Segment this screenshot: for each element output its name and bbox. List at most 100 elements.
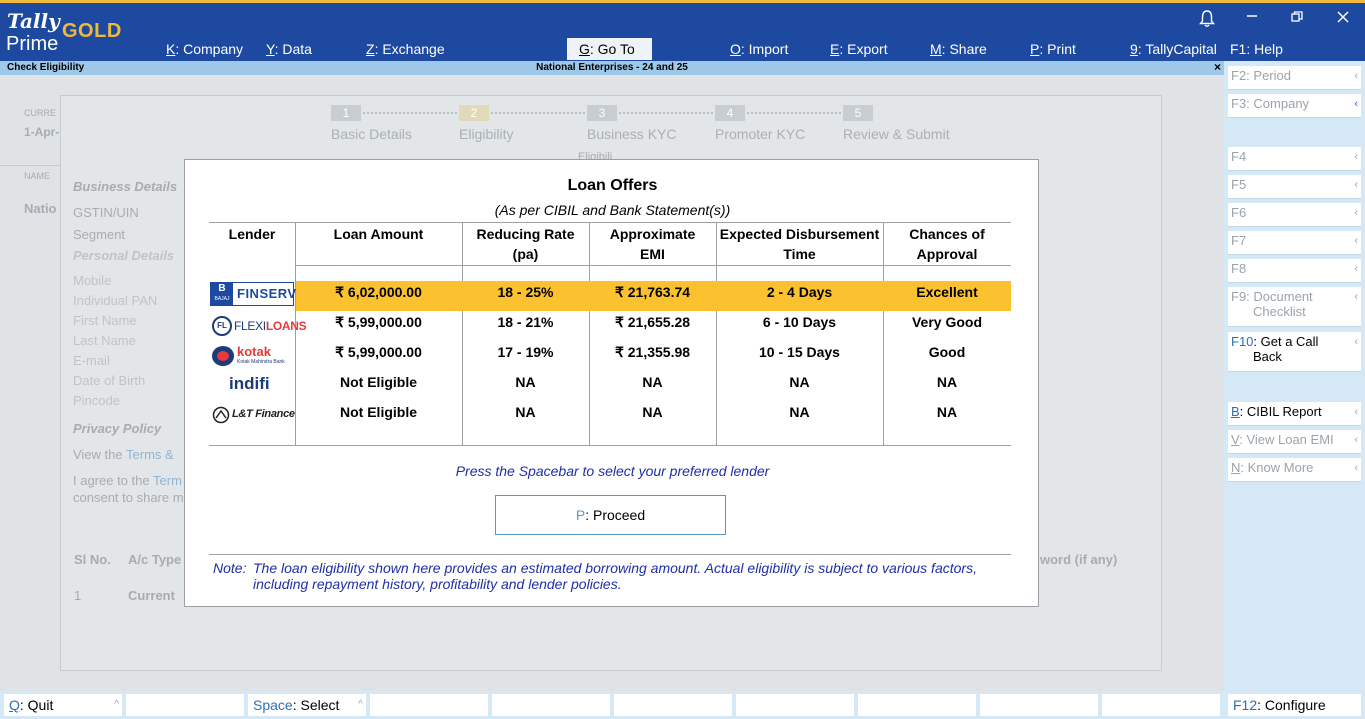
close-screen-icon[interactable]: ×	[1214, 60, 1221, 74]
chevron-left-icon: ‹	[1354, 207, 1358, 219]
bg-privacy: Privacy Policy	[73, 421, 162, 436]
flexiloans-logo: FL FLEXILOANS	[210, 315, 307, 339]
row-time: 6 - 10 Days	[762, 314, 837, 330]
header-lender: Lender	[228, 226, 276, 242]
minimize-icon[interactable]	[1246, 7, 1258, 25]
chevron-left-icon: ‹	[1354, 462, 1358, 474]
bg-personal-details: Personal Details	[73, 248, 175, 263]
note-text: The loan eligibility shown here provides…	[253, 560, 977, 592]
step-1: 1	[331, 105, 361, 121]
step-5: 5	[843, 105, 873, 121]
row-time: NA	[789, 404, 810, 420]
view-loan-emi-button[interactable]: V: View Loan EMI ‹	[1228, 430, 1361, 454]
f4-button[interactable]: F4 ‹	[1228, 147, 1361, 171]
menu-exchange[interactable]: Z: Exchange	[366, 38, 445, 60]
row-emi: ₹ 21,763.74	[614, 284, 691, 300]
row-rate: NA	[515, 374, 536, 390]
header-time: Expected Disbursement Time	[719, 226, 880, 262]
chevron-up-icon: ^	[114, 699, 119, 710]
chevron-left-icon: ‹	[1354, 263, 1358, 275]
row-time: 2 - 4 Days	[766, 284, 833, 300]
empty-button-4[interactable]	[370, 694, 488, 716]
bg-email: E-mail	[73, 353, 110, 368]
menu-share[interactable]: M: Share	[930, 38, 987, 60]
note-label: Note:	[213, 560, 247, 576]
bell-icon[interactable]	[1199, 10, 1215, 32]
logo-gold: GOLD	[62, 20, 122, 42]
top-bar: Tally Prime GOLD K: Company Y: Data Z: E…	[0, 0, 1365, 61]
lt-finance-logo: L&T Finance	[210, 404, 295, 428]
f8-button[interactable]: F8 ‹	[1228, 259, 1361, 283]
row-emi: ₹ 21,355.98	[614, 344, 691, 360]
chevron-left-icon: ‹	[1354, 291, 1358, 303]
step-3-label: Business KYC	[587, 126, 677, 142]
bg-gstin: GSTIN/UIN	[73, 205, 139, 220]
menu-import[interactable]: O: Import	[730, 38, 788, 60]
empty-button-8[interactable]	[858, 694, 976, 716]
row-chance: Excellent	[916, 284, 978, 300]
company-button[interactable]: F3: Company ‹	[1228, 94, 1361, 118]
quit-button[interactable]: Q: Quit ^	[4, 694, 122, 716]
know-more-button[interactable]: N: Know More ‹	[1228, 458, 1361, 482]
bg-view-terms: View the Terms &	[73, 447, 174, 462]
menu-export[interactable]: E: Export	[830, 38, 888, 60]
dialog-title: Loan Offers	[567, 177, 658, 194]
header-chance: Chances of Approval	[909, 226, 985, 262]
cibil-report-button[interactable]: B: CIBIL Report ‹	[1228, 402, 1361, 426]
period-button[interactable]: F2: Period ‹	[1228, 66, 1361, 90]
empty-button-7[interactable]	[736, 694, 854, 716]
step-1-label: Basic Details	[331, 126, 412, 142]
select-button[interactable]: Space: Select ^	[248, 694, 366, 716]
bg-last-name: Last Name	[73, 333, 136, 348]
close-window-icon[interactable]	[1337, 10, 1349, 27]
row-amount: Not Eligible	[340, 404, 417, 420]
f5-button[interactable]: F5 ‹	[1228, 175, 1361, 199]
chevron-left-icon: ‹	[1354, 70, 1358, 82]
menu-data[interactable]: Y: Data	[266, 38, 312, 60]
company-title: National Enterprises - 24 and 25	[536, 62, 688, 73]
bg-first-name: First Name	[73, 313, 137, 328]
spacebar-hint: Press the Spacebar to select your prefer…	[455, 463, 770, 479]
empty-button-5[interactable]	[492, 694, 610, 716]
chevron-left-icon: ‹	[1354, 336, 1358, 348]
bg-row-no: 1	[74, 588, 82, 603]
bajaj-finserv-logo: B BAJAJ FINSERV	[210, 282, 296, 306]
menu-help[interactable]: F1: Help	[1230, 38, 1283, 60]
chevron-up-icon: ^	[358, 699, 363, 710]
row-emi: NA	[642, 404, 663, 420]
header-rate: Reducing Rate (pa)	[476, 226, 575, 262]
f7-button[interactable]: F7 ‹	[1228, 231, 1361, 255]
chevron-left-icon: ‹	[1354, 151, 1358, 163]
empty-button-10[interactable]	[1102, 694, 1220, 716]
get-a-call-back-button[interactable]: F10: Get a Call Back ‹	[1228, 332, 1361, 372]
logo-prime: Prime	[6, 33, 59, 55]
bg-mobile: Mobile	[73, 273, 112, 288]
dialog-subtitle: (As per CIBIL and Bank Statement(s))	[494, 202, 731, 218]
row-emi: NA	[642, 374, 663, 390]
row-amount: ₹ 5,99,000.00	[335, 344, 422, 360]
proceed-button[interactable]: P: Proceed	[495, 495, 726, 535]
bg-sl-no: Sl No.	[74, 552, 111, 567]
menu-goto[interactable]: G: Go To	[567, 38, 652, 60]
document-checklist-button[interactable]: F9: Document Checklist ‹	[1228, 287, 1361, 327]
row-chance: Very Good	[911, 314, 983, 330]
bg-agree: I agree to the Term	[73, 473, 182, 488]
menu-tallycapital[interactable]: 9: TallyCapital	[1130, 38, 1217, 60]
bg-pincode: Pincode	[73, 393, 120, 408]
f6-button[interactable]: F6 ‹	[1228, 203, 1361, 227]
restore-icon[interactable]	[1291, 10, 1303, 27]
row-amount: Not Eligible	[340, 374, 417, 390]
bg-ac-type: A/c Type	[128, 552, 182, 567]
menu-print[interactable]: P: Print	[1030, 38, 1076, 60]
configure-button[interactable]: F12: Configure	[1228, 694, 1361, 716]
step-3: 3	[587, 105, 617, 121]
empty-button-2[interactable]	[126, 694, 244, 716]
empty-button-9[interactable]	[980, 694, 1098, 716]
menu-company[interactable]: K: Company	[166, 38, 243, 60]
row-chance: NA	[936, 404, 958, 420]
loan-offers-table: Lender Loan Amount Reducing Rate (pa) App…	[209, 222, 1011, 446]
row-chance: NA	[936, 374, 958, 390]
loan-offers-dialog: Loan Offers (As per CIBIL and Bank State…	[184, 159, 1039, 607]
empty-button-6[interactable]	[614, 694, 732, 716]
header-amount: Loan Amount	[333, 226, 424, 242]
